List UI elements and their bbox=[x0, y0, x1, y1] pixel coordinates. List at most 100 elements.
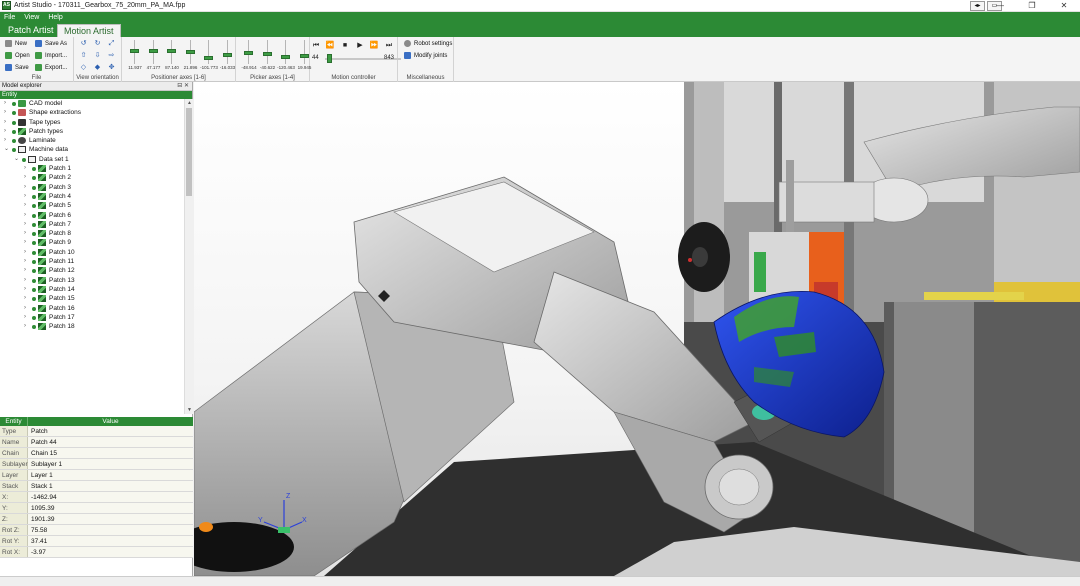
split-view-icon[interactable]: ◂▸ bbox=[970, 1, 985, 11]
scroll-down-icon[interactable]: ▼ bbox=[185, 406, 194, 414]
collapse-icon[interactable]: ⌄ bbox=[14, 155, 19, 164]
visibility-icon[interactable] bbox=[32, 250, 36, 255]
visibility-icon[interactable] bbox=[32, 297, 36, 302]
export-button[interactable]: Export... bbox=[35, 64, 67, 71]
property-row[interactable]: Type Patch bbox=[0, 426, 193, 437]
tree-item[interactable]: › Patch types bbox=[0, 127, 184, 136]
visibility-icon[interactable] bbox=[12, 148, 16, 153]
3d-viewport[interactable]: Z X Y bbox=[194, 82, 1080, 576]
property-row[interactable]: X: -1462.94 bbox=[0, 492, 193, 503]
picker-slider-thumb[interactable] bbox=[281, 55, 290, 59]
expand-icon[interactable]: › bbox=[24, 229, 26, 238]
expand-icon[interactable]: › bbox=[24, 276, 26, 285]
positioner-slider-thumb[interactable] bbox=[130, 49, 139, 53]
expand-icon[interactable]: › bbox=[24, 304, 26, 313]
property-row[interactable]: Name Patch 44 bbox=[0, 437, 193, 448]
tree-item[interactable]: › Patch 5 bbox=[0, 201, 184, 210]
expand-icon[interactable]: › bbox=[24, 220, 26, 229]
property-value[interactable]: Patch bbox=[28, 426, 193, 436]
save-button[interactable]: Save bbox=[5, 64, 29, 71]
visibility-icon[interactable] bbox=[32, 241, 36, 246]
tree-item[interactable]: › Patch 16 bbox=[0, 304, 184, 313]
positioner-slider-thumb[interactable] bbox=[167, 49, 176, 53]
visibility-icon[interactable] bbox=[12, 102, 16, 106]
close-button[interactable]: ✕ bbox=[1048, 0, 1080, 12]
visibility-icon[interactable] bbox=[32, 232, 36, 237]
tree-item[interactable]: › Patch 17 bbox=[0, 313, 184, 322]
expand-icon[interactable]: › bbox=[24, 192, 26, 201]
save-as-button[interactable]: Save As bbox=[35, 40, 67, 47]
open-button[interactable]: Open bbox=[5, 52, 30, 59]
view-pan-icon[interactable]: ✥ bbox=[108, 64, 115, 71]
visibility-icon[interactable] bbox=[12, 139, 16, 144]
positioner-slider-thumb[interactable] bbox=[185, 50, 195, 54]
visibility-icon[interactable] bbox=[32, 185, 36, 190]
view-side-icon[interactable]: ⇨ bbox=[108, 52, 115, 59]
rewind-icon[interactable]: ⏪ bbox=[325, 41, 335, 51]
tree-item[interactable]: › Patch 18 bbox=[0, 322, 184, 331]
visibility-icon[interactable] bbox=[32, 213, 36, 218]
collapse-icon[interactable]: ⌄ bbox=[4, 145, 9, 154]
property-row[interactable]: Rot Y: 37.41 bbox=[0, 536, 193, 547]
expand-icon[interactable]: › bbox=[4, 127, 6, 136]
visibility-icon[interactable] bbox=[32, 167, 36, 172]
tree-item[interactable]: › Patch 3 bbox=[0, 183, 184, 192]
visibility-icon[interactable] bbox=[32, 222, 36, 227]
tree-item[interactable]: › Tape types bbox=[0, 118, 184, 127]
tree-item[interactable]: › Patch 7 bbox=[0, 220, 184, 229]
property-row[interactable]: Rot X: -3.97 bbox=[0, 547, 193, 558]
property-row[interactable]: Layer Layer 1 bbox=[0, 470, 193, 481]
tree-scrollbar[interactable]: ▲ ▼ bbox=[184, 99, 193, 414]
fast-forward-icon[interactable]: ⏩ bbox=[369, 41, 379, 51]
picker-slider-thumb[interactable] bbox=[244, 51, 253, 55]
property-value[interactable]: 1095.39 bbox=[28, 503, 193, 513]
tree-item[interactable]: › Patch 12 bbox=[0, 266, 184, 275]
visibility-icon[interactable] bbox=[32, 176, 36, 181]
visibility-icon[interactable] bbox=[32, 278, 36, 283]
picker-slider-thumb[interactable] bbox=[262, 52, 272, 56]
visibility-icon[interactable] bbox=[32, 194, 36, 199]
property-row[interactable]: Chain Chain 15 bbox=[0, 448, 193, 459]
tab-motion-artist[interactable]: Motion Artist bbox=[57, 24, 121, 37]
fit-view-icon[interactable]: ⤢ bbox=[108, 40, 115, 47]
picker-slider-track[interactable] bbox=[285, 40, 286, 64]
menu-help[interactable]: Help bbox=[48, 14, 62, 21]
tree-item[interactable]: › Patch 2 bbox=[0, 173, 184, 182]
view-front-icon[interactable]: ⇩ bbox=[94, 52, 101, 59]
tree-item[interactable]: › Patch 11 bbox=[0, 257, 184, 266]
property-value[interactable]: -1462.94 bbox=[28, 492, 193, 502]
maximize-button[interactable]: ❐ bbox=[1016, 0, 1048, 12]
property-row[interactable]: Sublayer Sublayer 1 bbox=[0, 459, 193, 470]
expand-icon[interactable]: › bbox=[4, 99, 6, 108]
positioner-slider-6[interactable]: -16.033 bbox=[219, 40, 237, 72]
property-value[interactable]: 75.58 bbox=[28, 525, 193, 535]
menu-view[interactable]: View bbox=[24, 14, 39, 21]
visibility-icon[interactable] bbox=[32, 306, 36, 311]
menu-file[interactable]: File bbox=[4, 14, 15, 21]
picker-slider-thumb[interactable] bbox=[299, 54, 309, 58]
view-bottom-icon[interactable]: ◆ bbox=[94, 64, 101, 71]
property-value[interactable]: Layer 1 bbox=[28, 470, 193, 480]
stop-icon[interactable]: ■ bbox=[340, 41, 350, 51]
tree-item[interactable]: ⌄ Data set 1 bbox=[0, 155, 184, 164]
view-iso-icon[interactable]: ◇ bbox=[80, 64, 87, 71]
scroll-up-icon[interactable]: ▲ bbox=[185, 99, 194, 107]
visibility-icon[interactable] bbox=[32, 315, 36, 320]
property-value[interactable]: Chain 15 bbox=[28, 448, 193, 458]
play-icon[interactable]: ▶ bbox=[355, 41, 365, 51]
positioner-slider-track[interactable] bbox=[226, 40, 228, 64]
minimize-button[interactable]: — bbox=[984, 0, 1016, 12]
visibility-icon[interactable] bbox=[12, 129, 16, 134]
expand-icon[interactable]: › bbox=[4, 108, 6, 117]
entity-column-header[interactable]: Entity bbox=[0, 91, 192, 99]
tree-item[interactable]: › CAD model bbox=[0, 99, 184, 108]
positioner-slider-thumb[interactable] bbox=[148, 49, 158, 53]
view-top-icon[interactable]: ⇧ bbox=[80, 52, 87, 59]
expand-icon[interactable]: › bbox=[24, 322, 26, 331]
visibility-icon[interactable] bbox=[32, 204, 36, 209]
motion-timeline-thumb[interactable] bbox=[326, 54, 332, 63]
property-value[interactable]: 37.41 bbox=[28, 536, 193, 546]
positioner-slider-thumb[interactable] bbox=[204, 56, 213, 60]
expand-icon[interactable]: › bbox=[24, 238, 26, 247]
expand-icon[interactable]: › bbox=[24, 257, 26, 266]
